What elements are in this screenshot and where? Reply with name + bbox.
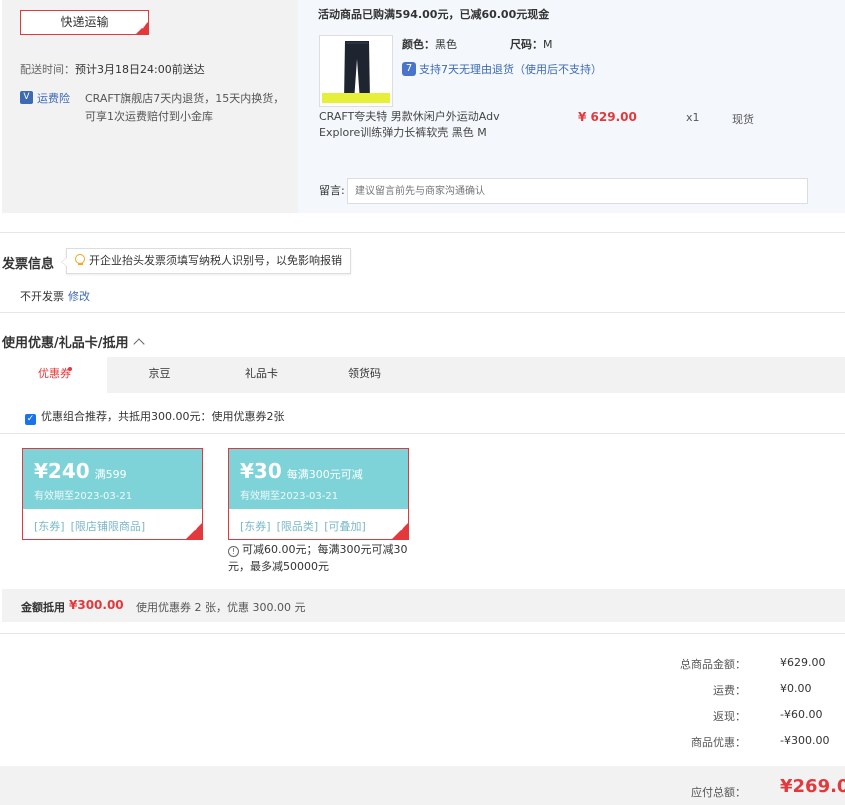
tab-gift-card[interactable]: 礼品卡 [209, 357, 314, 393]
discounts-title[interactable]: 使用优惠/礼品卡/抵用 [2, 332, 145, 351]
product-panel: 活动商品已购满594.00元，已减60.00元现金 颜色：黑色 尺码：M 7 支持… [298, 0, 845, 213]
tab-label: 领货码 [348, 367, 381, 380]
invoice-edit-link[interactable]: 修改 [68, 290, 90, 303]
product-quantity: x1 [686, 111, 700, 124]
new-dot-icon [68, 367, 72, 371]
invoice-value-text: 不开发票 [20, 290, 64, 303]
cashback-value: -¥60.00 [780, 708, 823, 721]
warning-icon: ! [228, 546, 239, 557]
coupon-tag: [限品类] [276, 520, 319, 533]
color-value: 黑色 [435, 38, 457, 51]
summary-desc: 使用优惠券 2 张，优惠 300.00 元 [136, 601, 306, 614]
coupon-tags: [东券] [限店铺限商品] [34, 518, 151, 534]
stock-status: 现货 [732, 113, 754, 126]
coupon-tag: [东券] [240, 520, 271, 533]
coupon-card[interactable]: ¥30 每满300元可减 有效期至2023-03-21 [东券] [限品类] [可叠加… [228, 448, 409, 540]
recommend-combo[interactable]: ✓ 优惠组合推荐，共抵用300.00元：使用优惠券2张 [25, 408, 285, 425]
coupon-header: ¥30 每满300元可减 有效期至2023-03-21 [229, 449, 408, 509]
coupon-header: ¥240 满599 有效期至2023-03-21 [23, 449, 202, 509]
coupon-valid-date: 有效期至2023-03-21 [240, 491, 339, 502]
tab-jingdou[interactable]: 京豆 [107, 357, 212, 393]
return-policy: 7 支持7天无理由退货（使用后不支持） [402, 61, 602, 77]
cashback-label: 返现： [713, 710, 746, 723]
delivery-time-label: 配送时间： [20, 63, 75, 76]
color-attr: 颜色：黑色 [402, 36, 457, 52]
recommend-text: 优惠组合推荐，共抵用300.00元：使用优惠券2张 [41, 410, 285, 423]
summary-amount: ¥300.00 [69, 598, 124, 612]
discounts-title-text: 使用优惠/礼品卡/抵用 [2, 336, 129, 351]
invoice-value: 不开发票 修改 [20, 288, 90, 304]
product-discount-value: -¥300.00 [780, 734, 830, 747]
shipping-method-label: 快递运输 [60, 15, 109, 29]
coupon-condition: 每满300元可减 [286, 468, 363, 481]
return-policy-text[interactable]: 支持7天无理由退货（使用后不支持） [419, 63, 602, 76]
message-input[interactable] [347, 178, 808, 204]
size-label: 尺码： [510, 38, 543, 51]
divider [0, 633, 845, 634]
checkbox-checked-icon[interactable]: ✓ [25, 414, 36, 425]
product-name[interactable]: CRAFT夸夫特 男款休闲户外运动Adv Explore训练弹力长裤软壳 黑色 … [319, 109, 539, 141]
coupon-valid-date: 有效期至2023-03-21 [34, 491, 133, 502]
tab-label: 京豆 [148, 367, 171, 380]
thumbnail-badge [322, 93, 390, 103]
delivery-time: 配送时间：预计3月18日24:00前送达 [20, 61, 205, 77]
shipping-fee-label: 运费： [713, 684, 746, 697]
invoice-title: 发票信息 [2, 257, 55, 272]
insurance-label[interactable]: 运费险 [37, 90, 70, 106]
coupon-amount: ¥30 每满300元可减 [240, 459, 363, 483]
tab-redeem-code[interactable]: 领货码 [312, 357, 417, 393]
coupon-tags: [东券] [限品类] [可叠加] [240, 518, 372, 534]
product-thumbnail[interactable] [319, 35, 393, 107]
product-discount-label: 商品优惠： [691, 736, 746, 749]
coupon-tag: [限店铺限商品] [70, 520, 146, 533]
coupon-tag: [可叠加] [324, 520, 366, 533]
insurance-icon: V [20, 91, 33, 104]
divider [0, 312, 845, 313]
selected-check-icon [392, 523, 408, 539]
discount-tabs: 优惠券 京豆 礼品卡 领货码 [2, 357, 845, 393]
divider [0, 433, 845, 434]
coupon-note-text: 可减60.00元；每满300元可减30元，最多减50000元 [228, 543, 408, 573]
coupon-condition: 满599 [94, 468, 127, 481]
selected-check-icon [136, 22, 148, 34]
tab-label: 礼品卡 [245, 367, 278, 380]
insurance-text: CRAFT旗舰店7天内退货，15天内换货，可享1次运费赔付到小金库 [85, 92, 285, 123]
summary-label: 金额抵用 [21, 601, 65, 614]
payable-label: 应付总额： [691, 786, 746, 799]
coupon-value: ¥240 [34, 459, 90, 483]
tab-label: 优惠券 [38, 367, 71, 380]
total-goods-label: 总商品金额： [680, 658, 746, 671]
payable-bar: 应付总额： ¥269.00 [0, 766, 845, 805]
coupon-amount: ¥240 满599 [34, 459, 127, 483]
size-attr: 尺码：M [510, 36, 553, 52]
coupon-card[interactable]: ¥240 满599 有效期至2023-03-21 [东券] [限店铺限商品] [22, 448, 203, 540]
size-value: M [543, 38, 553, 51]
coupon-value: ¥30 [240, 459, 282, 483]
promo-text: 活动商品已购满594.00元，已减60.00元现金 [318, 8, 550, 21]
shipping-fee-value: ¥0.00 [780, 682, 812, 695]
delivery-time-value: 预计3月18日24:00前送达 [75, 63, 205, 76]
invoice-tip-text: 开企业抬头发票须填写纳税人识别号，以免影响报销 [89, 254, 342, 267]
divider [0, 232, 845, 233]
tab-coupons[interactable]: 优惠券 [2, 357, 107, 393]
total-goods-value: ¥629.00 [780, 656, 826, 669]
payable-value: ¥269.00 [780, 776, 845, 797]
lightbulb-icon [75, 254, 85, 266]
coupon-tag: [东券] [34, 520, 65, 533]
chevron-up-icon [132, 338, 145, 350]
invoice-tip: 开企业抬头发票须填写纳税人识别号，以免影响报销 [61, 248, 351, 274]
selected-check-icon [186, 523, 202, 539]
message-label: 留言: [319, 184, 345, 197]
coupon-note: ! 可减60.00元；每满300元可减30元，最多减50000元 [228, 541, 408, 575]
product-price: ¥ 629.00 [578, 110, 637, 124]
seven-day-return-icon: 7 [402, 62, 416, 76]
shipping-method-option[interactable]: 快递运输 [20, 10, 149, 35]
color-label: 颜色： [402, 38, 435, 51]
discount-summary: 金额抵用 ¥300.00 使用优惠券 2 张，优惠 300.00 元 [2, 589, 845, 622]
